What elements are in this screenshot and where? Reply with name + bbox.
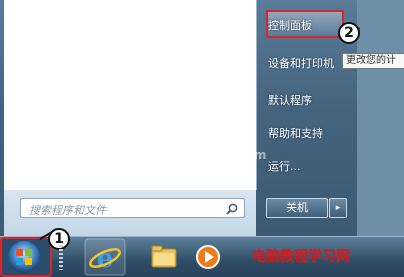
watermark-faint-1: 家 xyxy=(200,79,220,103)
taskbar-item-media-player[interactable] xyxy=(187,238,229,276)
watermark-faint-3: .com xyxy=(234,148,267,162)
shutdown-button[interactable]: 关机 xyxy=(266,198,328,218)
taskbar-grip[interactable] xyxy=(59,245,63,270)
menu-item-run[interactable]: 运行... xyxy=(268,158,301,174)
search-icon[interactable] xyxy=(225,202,239,216)
shutdown-options-button[interactable]: ▸ xyxy=(329,198,347,218)
windows-orb-icon xyxy=(0,237,52,277)
search-input[interactable]: 搜索程序和文件 xyxy=(20,198,245,218)
taskbar-item-ie[interactable]: e xyxy=(84,238,126,276)
desktop-screenshot: 搜索程序和文件 控制面板 设备和打印机 默认程序 帮助和支持 运行... 关机 … xyxy=(0,0,404,277)
taskbar-item-explorer[interactable] xyxy=(143,238,185,276)
start-button[interactable] xyxy=(0,236,52,277)
menu-item-devices-printers[interactable]: 设备和打印机 xyxy=(268,55,334,71)
watermark-faint-2: 程 xyxy=(218,124,241,149)
media-player-icon xyxy=(196,245,220,269)
tooltip: 更改您的计 xyxy=(342,53,404,69)
folder-icon xyxy=(151,245,177,268)
internet-explorer-icon: e xyxy=(84,238,126,276)
menu-item-default-programs[interactable]: 默认程序 xyxy=(268,92,312,108)
start-menu: 搜索程序和文件 控制面板 设备和打印机 默认程序 帮助和支持 运行... 关机 … xyxy=(0,0,357,236)
watermark-text: 电脑教程学习网 xyxy=(252,249,350,265)
menu-item-control-panel[interactable]: 控制面板 xyxy=(268,17,312,33)
callout-badge-2: 2 xyxy=(338,22,360,44)
search-placeholder: 搜索程序和文件 xyxy=(29,204,106,217)
menu-item-help-support[interactable]: 帮助和支持 xyxy=(268,125,323,141)
